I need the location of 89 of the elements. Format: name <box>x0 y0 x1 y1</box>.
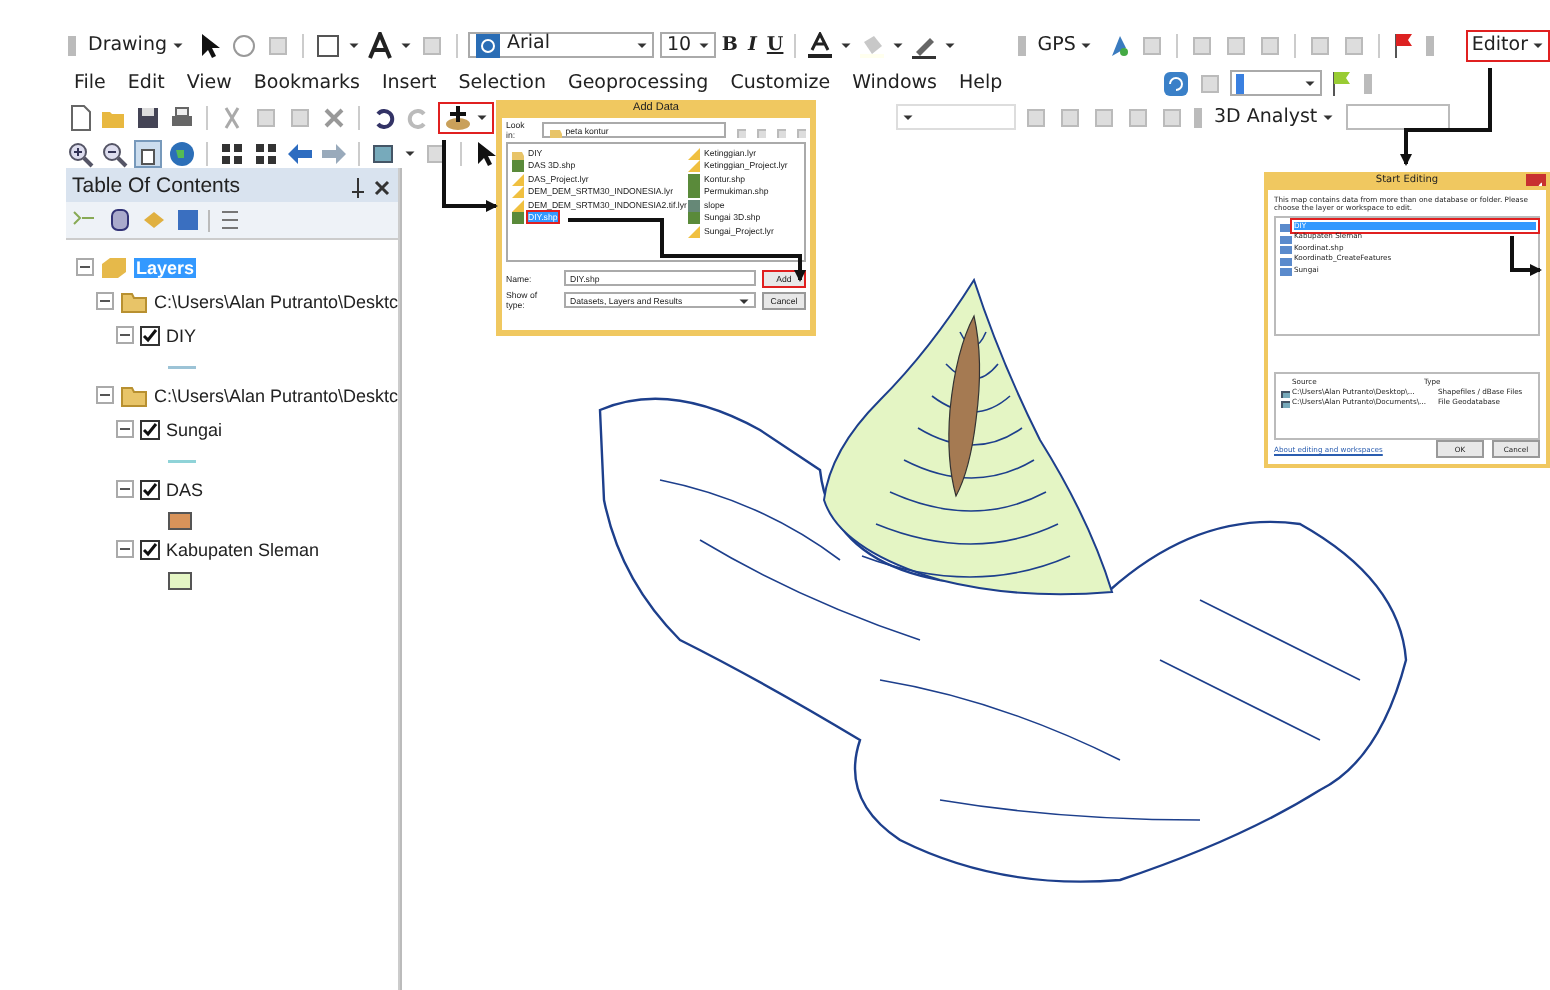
caret-icon <box>1532 38 1544 52</box>
checkbox[interactable] <box>140 419 160 439</box>
pan-icon[interactable] <box>134 139 162 167</box>
caret-icon <box>399 38 412 52</box>
menu-item[interactable]: Edit <box>119 72 173 94</box>
checkbox[interactable] <box>140 479 160 499</box>
shapefile-icon[interactable] <box>510 158 524 173</box>
menu-item[interactable]: Bookmarks <box>245 72 368 94</box>
connector-arrow <box>1510 236 1542 276</box>
options-icon[interactable] <box>216 206 244 234</box>
checkbox[interactable] <box>140 539 160 559</box>
handle-icon[interactable] <box>1015 31 1026 59</box>
gps-menu[interactable]: GPS <box>1031 32 1098 58</box>
menu-item[interactable]: Selection <box>450 72 554 94</box>
layer-name[interactable]: DAS <box>166 479 204 499</box>
caret-icon <box>1079 38 1092 52</box>
panel-title: Table Of Contents <box>72 173 241 197</box>
caret-icon <box>839 38 852 52</box>
add-data-button[interactable] <box>438 101 494 133</box>
caret-icon <box>636 38 649 52</box>
list-by-selection-icon[interactable] <box>174 206 202 234</box>
raster-icon[interactable] <box>686 197 700 212</box>
caret-icon <box>1321 110 1334 124</box>
text-icon[interactable] <box>365 31 394 59</box>
underline-button[interactable]: U <box>766 34 784 56</box>
handle-icon[interactable] <box>1423 31 1434 59</box>
rectangle-icon[interactable] <box>313 31 342 59</box>
font-icon[interactable] <box>473 31 502 59</box>
caret-icon <box>697 38 710 52</box>
new-document-icon[interactable] <box>66 103 94 131</box>
3d-analyst-menu[interactable]: 3D Analyst <box>1208 104 1340 130</box>
layer-name[interactable]: Sungai <box>166 419 223 439</box>
bold-button[interactable]: B <box>721 34 739 56</box>
folder-path[interactable]: C:\Users\Alan Putranto\Desktc <box>154 385 399 405</box>
layer-name[interactable]: DIY <box>166 325 197 345</box>
save-icon[interactable] <box>134 103 162 131</box>
add-data-icon[interactable] <box>444 103 472 131</box>
caret-icon <box>902 110 914 124</box>
zoom-in-icon[interactable] <box>66 139 94 167</box>
refresh-icon[interactable] <box>1162 69 1191 97</box>
caret-icon <box>1304 76 1317 90</box>
layer-file-icon[interactable] <box>686 223 700 238</box>
collapse-icon[interactable] <box>116 540 134 558</box>
collapse-icon[interactable] <box>76 258 94 276</box>
globe-icon[interactable] <box>168 139 196 167</box>
print-icon[interactable] <box>168 103 196 131</box>
caret-icon <box>347 38 360 52</box>
caret-icon <box>171 38 184 52</box>
menu-item[interactable]: Geoprocessing <box>559 72 717 94</box>
handle-icon[interactable] <box>1192 103 1202 131</box>
menu-item[interactable]: Help <box>950 72 1011 94</box>
menu-item[interactable]: Insert <box>373 72 445 94</box>
editor-menu[interactable]: Editor <box>1465 29 1550 61</box>
menu-item[interactable]: Customize <box>722 72 839 94</box>
folder-path[interactable]: C:\Users\Alan Putranto\Desktc <box>154 291 399 311</box>
menu-item[interactable]: Windows <box>844 72 945 94</box>
menu-item[interactable]: File <box>66 72 114 94</box>
font-color-icon[interactable] <box>805 31 834 59</box>
caret-icon <box>476 110 488 124</box>
font-dropdown[interactable]: Arial <box>467 32 655 58</box>
fixed-zoom-in-icon[interactable] <box>218 139 246 167</box>
handle-icon[interactable] <box>66 31 76 59</box>
checkbox[interactable] <box>140 325 160 345</box>
layer-name[interactable]: Kabupaten Sleman <box>166 539 320 559</box>
collapse-icon[interactable] <box>96 386 114 404</box>
collapse-icon[interactable] <box>116 420 134 438</box>
connector-arrow <box>1400 68 1492 166</box>
zoom-out-icon[interactable] <box>100 139 128 167</box>
fixed-zoom-out-icon[interactable] <box>252 139 280 167</box>
caret-icon <box>891 38 904 52</box>
flag-icon[interactable] <box>1389 31 1418 59</box>
collapse-icon[interactable] <box>116 480 134 498</box>
back-icon[interactable] <box>286 139 314 167</box>
delete-icon[interactable] <box>320 103 348 131</box>
handle-icon[interactable] <box>1362 69 1373 97</box>
collapse-icon[interactable] <box>96 292 114 310</box>
italic-button[interactable]: I <box>744 34 761 56</box>
pointer-icon[interactable] <box>472 139 500 167</box>
list-by-source-icon[interactable] <box>106 206 134 234</box>
collapse-icon[interactable] <box>116 326 134 344</box>
connector-arrow <box>442 140 498 212</box>
caret-icon <box>943 38 956 52</box>
font-size-dropdown[interactable]: 10 <box>660 32 716 58</box>
caret-icon <box>404 146 416 160</box>
dropdown[interactable] <box>1345 104 1450 130</box>
drawing-menu[interactable]: Drawing <box>82 32 190 58</box>
menu-item[interactable]: View <box>178 72 240 94</box>
layer-icon[interactable] <box>370 139 398 167</box>
fill-color-icon[interactable] <box>857 31 886 59</box>
